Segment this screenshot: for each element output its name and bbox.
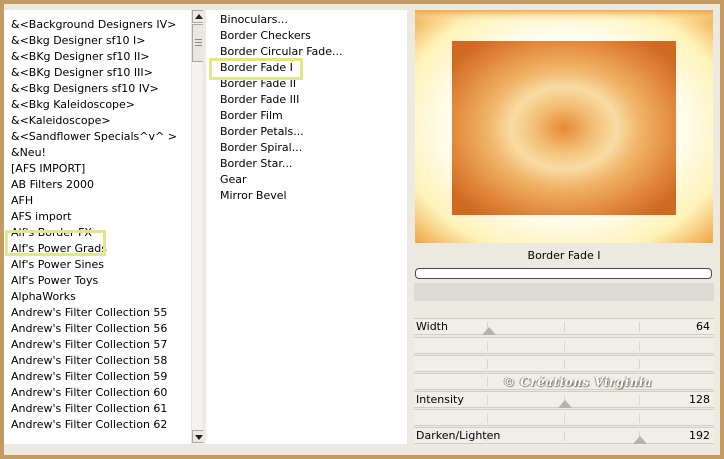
progress-bar xyxy=(415,268,712,279)
slider-tick xyxy=(487,413,488,423)
slider-tick xyxy=(564,322,565,332)
chevron-down-icon xyxy=(195,435,203,440)
category-list-panel: &<Background Designers IV> &<Bkg Designer… xyxy=(4,10,203,444)
scroll-up-button[interactable] xyxy=(192,10,203,23)
category-highlight-box xyxy=(5,230,106,256)
category-item[interactable]: &<Background Designers IV> xyxy=(11,17,176,33)
category-item[interactable]: Andrew's Filter Collection 58 xyxy=(11,353,167,369)
grip-line xyxy=(195,39,202,40)
category-item[interactable]: Andrew's Filter Collection 61 xyxy=(11,401,167,417)
slider-label: Width xyxy=(416,320,448,333)
category-item[interactable]: AFS import xyxy=(11,209,71,225)
category-item[interactable]: Andrew's Filter Collection 55 xyxy=(11,305,167,321)
slider-tick xyxy=(487,359,488,369)
category-item[interactable]: &<Bkg Kaleidoscope> xyxy=(11,97,135,113)
category-scrollbar[interactable] xyxy=(191,10,203,444)
effect-item[interactable]: Border Petals... xyxy=(220,124,304,140)
slider-label: Intensity xyxy=(416,393,464,406)
slider-tick xyxy=(487,377,488,387)
slider-value: 128 xyxy=(689,393,710,406)
category-item[interactable]: Alf's Power Toys xyxy=(11,273,98,289)
category-item[interactable]: &<BKg Designer sf10 III> xyxy=(11,65,153,81)
scroll-down-button[interactable] xyxy=(192,430,203,443)
filter-name-label: Border Fade I xyxy=(527,249,601,262)
category-item[interactable]: &<Kaleidoscope> xyxy=(11,113,111,129)
slider-tick xyxy=(564,413,565,423)
category-item[interactable]: AB Filters 2000 xyxy=(11,177,94,193)
slider-track-spare xyxy=(414,409,714,426)
slider-thumb[interactable] xyxy=(557,400,572,408)
slider-thumb[interactable] xyxy=(482,327,497,335)
effect-item[interactable]: Border Checkers xyxy=(220,28,311,44)
slider-tick xyxy=(564,341,565,351)
category-item[interactable]: Alf's Power Sines xyxy=(11,257,104,273)
category-item[interactable]: [AFS IMPORT] xyxy=(11,161,85,177)
category-item[interactable]: Andrew's Filter Collection 59 xyxy=(11,369,167,385)
effect-item[interactable]: Border Film xyxy=(220,108,283,124)
category-item[interactable]: Andrew's Filter Collection 56 xyxy=(11,321,167,337)
category-item[interactable]: &<Sandflower Specials^v^ > xyxy=(11,129,177,145)
scroll-thumb[interactable] xyxy=(192,24,203,62)
slider-track-spare xyxy=(414,355,714,372)
slider-tick xyxy=(639,341,640,351)
slider-tick xyxy=(564,431,565,441)
slider-value: 192 xyxy=(689,429,710,442)
slider-tick xyxy=(487,341,488,351)
effect-item[interactable]: Binoculars... xyxy=(220,12,288,28)
slider-track-width[interactable] xyxy=(414,318,714,335)
slider-track-spare xyxy=(414,337,714,354)
slider-tick xyxy=(639,395,640,405)
category-item[interactable]: AlphaWorks xyxy=(11,289,76,305)
category-item[interactable]: &<Bkg Designer sf10 I> xyxy=(11,33,146,49)
category-item[interactable]: Andrew's Filter Collection 62 xyxy=(11,417,167,433)
effect-item[interactable]: Gear xyxy=(220,172,247,188)
grip-line xyxy=(195,45,202,46)
chevron-up-icon xyxy=(195,14,203,19)
effect-item[interactable]: Border Fade III xyxy=(220,92,299,108)
grip-line xyxy=(195,42,202,43)
preview-border-fade-art xyxy=(415,10,713,243)
effect-item[interactable]: Mirror Bevel xyxy=(220,188,287,204)
category-item[interactable]: AFH xyxy=(11,193,33,209)
slider-value: 64 xyxy=(696,320,710,333)
watermark: © Créations Virginia xyxy=(503,375,653,389)
slider-tick xyxy=(639,322,640,332)
category-item[interactable]: &<BKg Designer sf10 II> xyxy=(11,49,150,65)
slider-tick xyxy=(639,359,640,369)
slider-label: Darken/Lighten xyxy=(416,429,501,442)
preview-image xyxy=(415,10,713,243)
slider-thumb[interactable] xyxy=(632,436,647,444)
category-item[interactable]: &<Bkg Designers sf10 IV> xyxy=(11,81,159,97)
effect-item[interactable]: Border Spiral... xyxy=(220,140,302,156)
category-item[interactable]: Andrew's Filter Collection 57 xyxy=(11,337,167,353)
effect-item[interactable]: Border Star... xyxy=(220,156,292,172)
category-item[interactable]: &Neu! xyxy=(11,145,46,161)
slider-tick xyxy=(564,359,565,369)
category-item[interactable]: Andrew's Filter Collection 60 xyxy=(11,385,167,401)
effect-highlight-box xyxy=(209,58,303,80)
info-panel xyxy=(414,283,714,301)
slider-tick xyxy=(487,395,488,405)
slider-tick xyxy=(639,413,640,423)
